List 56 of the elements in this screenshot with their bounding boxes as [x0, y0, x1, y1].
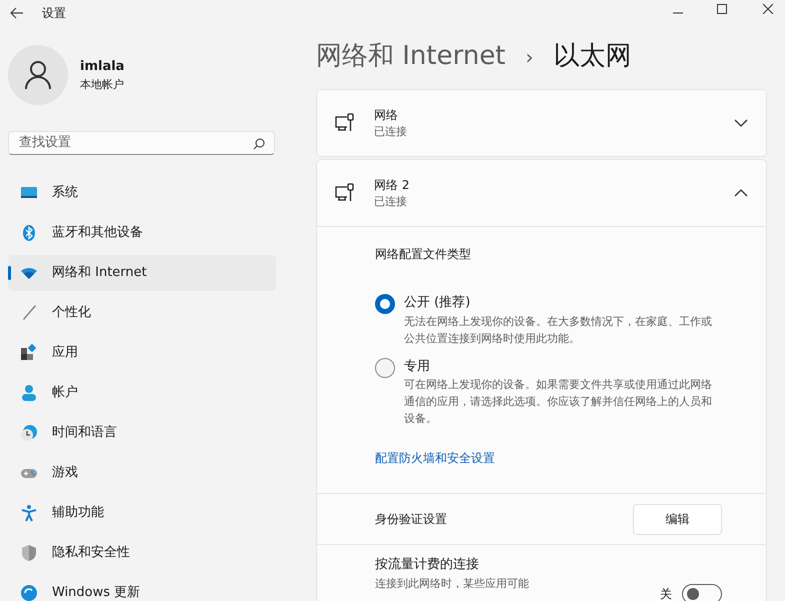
chevron-down-icon[interactable] — [734, 119, 748, 127]
network-header[interactable]: 网络 已连接 — [317, 90, 766, 156]
person-icon — [20, 384, 38, 402]
section-title: 网络配置文件类型 — [375, 246, 472, 263]
network-name: 网络 — [374, 106, 399, 124]
metered-description: 连接到此网络时，某些应用可能 — [375, 576, 530, 592]
nav-item[interactable]: 蓝牙和其他设备 — [8, 215, 276, 251]
person-outline-icon — [24, 60, 52, 90]
radio-button[interactable] — [375, 358, 395, 378]
network-name: 网络 2 — [374, 176, 410, 194]
nav-item[interactable]: Windows 更新 — [8, 575, 276, 601]
minimize-icon[interactable] — [673, 12, 683, 14]
page-title: 以太网 — [554, 40, 632, 73]
ethernet-icon — [334, 182, 356, 204]
chevron-up-icon[interactable] — [734, 189, 748, 197]
nav-item[interactable]: 帐户 — [8, 375, 276, 411]
radio-button[interactable] — [375, 294, 395, 314]
toggle-state-label: 关 — [660, 586, 672, 601]
nav-item[interactable]: 应用 — [8, 335, 276, 371]
apps-icon — [20, 344, 38, 362]
breadcrumb-parent[interactable]: 网络和 Internet — [316, 37, 506, 76]
breadcrumb-separator: › — [526, 44, 534, 70]
maximize-icon[interactable] — [717, 4, 727, 14]
nav-item[interactable]: 时间和语言 — [8, 415, 276, 451]
back-arrow-icon[interactable] — [10, 6, 24, 18]
nav-item[interactable]: 网络和 Internet — [8, 255, 276, 291]
network-status: 已连接 — [374, 194, 408, 210]
selection-indicator — [8, 266, 11, 280]
window-title: 设置 — [42, 4, 66, 22]
nav-item[interactable]: 个性化 — [8, 295, 276, 331]
ethernet-icon — [334, 112, 356, 134]
nav-item[interactable]: 系统 — [8, 175, 276, 211]
accessibility-icon — [20, 504, 38, 522]
nav-item[interactable]: 游戏 — [8, 455, 276, 491]
search-icon — [253, 138, 265, 150]
clock-globe-icon — [20, 424, 38, 442]
close-icon[interactable] — [763, 4, 773, 14]
radio-description: 无法在网络上发现你的设备。在大多数情况下，在家庭、工作或公共位置连接到网络时使用此功能。 — [404, 314, 713, 346]
search-field[interactable]: 查找设置 — [8, 130, 275, 154]
auth-label: 身份验证设置 — [375, 511, 448, 528]
network-status: 已连接 — [374, 124, 408, 140]
shield-icon — [20, 544, 38, 562]
edit-button[interactable]: 编辑 — [633, 504, 722, 534]
nav-item[interactable]: 隐私和安全性 — [8, 535, 276, 571]
user-name: imlala — [80, 58, 124, 76]
nav-item[interactable]: 辅助功能 — [8, 495, 276, 531]
bluetooth-icon — [20, 224, 38, 242]
radio-description: 可在网络上发现你的设备。如果需要文件共享或使用通过此网络通信的应用，请选择此选项。你应该了解并信任网络上的人员和设备。 — [404, 377, 713, 427]
metered-label: 按流量计费的连接 — [375, 556, 480, 574]
radio-label: 公开 (推荐) — [404, 294, 472, 312]
network-header[interactable]: 网络 2 已连接 — [317, 160, 766, 226]
account-type: 本地帐户 — [80, 76, 124, 92]
radio-label: 专用 — [404, 358, 431, 376]
toggle-switch[interactable] — [682, 584, 722, 601]
firewall-link[interactable]: 配置防火墙和安全设置 — [375, 449, 495, 467]
brush-icon — [20, 304, 38, 322]
